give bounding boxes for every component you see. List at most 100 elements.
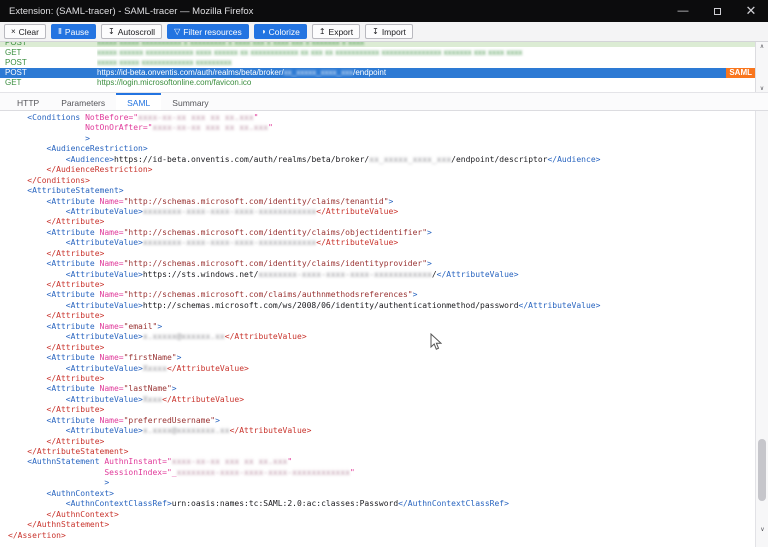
button-label: Autoscroll [118,27,155,37]
button-label: Filter resources [183,27,242,37]
export-button[interactable]: ↥Export [312,24,360,39]
xml-line: <Attribute Name="preferredUsername"> [8,416,754,426]
button-label: Import [382,27,406,37]
saml-xml-view: <Conditions NotBefore="xxxx-xx-xx xxx xx… [0,111,768,541]
minimize-icon: — [678,5,689,17]
request-method: POST [5,42,97,47]
xml-line: <Attribute Name="http://schemas.microsof… [8,259,754,269]
request-url: https://id-beta.onventis.com/auth/realms… [97,68,726,77]
pause-button[interactable]: ⅡPause [51,24,96,39]
request-row[interactable]: POSTxxxxx xxxxx xxxxxxxxxxxxx xxxxxxxxx [0,57,755,67]
xml-line: <AuthnStatement AuthnInstant="xxxx-xx-xx… [8,457,754,467]
button-label: Clear [19,27,39,37]
import-button[interactable]: ↧Import [365,24,413,39]
xml-line: <AttributeValue>xxxxxxxx-xxxx-xxxx-xxxx-… [8,238,754,248]
scroll-up-icon[interactable]: ∧ [760,43,764,50]
xml-line: <AuthnContextClassRef>urn:oasis:names:tc… [8,499,754,509]
autoscroll-button[interactable]: ↧Autoscroll [101,24,162,39]
xml-line: </Attribute> [8,374,754,384]
xml-line: <Attribute Name="firstName"> [8,353,754,363]
pause-icon: Ⅱ [58,28,62,36]
tab-bar: HTTPParametersSAMLSummary [0,93,768,111]
request-list: POSTxxxxx xxxxx xxxxxxxxxx x xxxxxxxxx x… [0,42,768,93]
scrollbar-thumb[interactable] [758,439,766,501]
xml-line: <AttributeStatement> [8,186,754,196]
tab-parameters[interactable]: Parameters [50,93,116,110]
colorize-icon: ◑ [261,28,266,36]
window-titlebar: Extension: (SAML-tracer) - SAML-tracer —… [0,0,768,22]
button-label: Pause [65,27,89,37]
xml-line: <AttributeValue>x.xxxxx@xxxxxx.xx</Attri… [8,332,754,342]
colorize-button[interactable]: ◑Colorize [254,24,307,39]
xml-line: <Conditions NotBefore="xxxx-xx-xx xxx xx… [8,113,754,123]
close-icon: ✕ [746,3,757,19]
request-url: xxxxx xxxxx xxxxxxxxxxxxx xxxxxxxxx [97,58,755,67]
xml-line: <AttributeValue>Xxxxx</AttributeValue> [8,364,754,374]
button-label: Export [329,27,354,37]
tab-saml[interactable]: SAML [116,93,161,110]
scroll-down-icon[interactable]: ∨ [760,85,764,92]
clear-button[interactable]: ×Clear [4,24,46,39]
xml-line: </Conditions> [8,176,754,186]
xml-line: </AuthnStatement> [8,520,754,530]
request-row[interactable]: POSThttps://id-beta.onventis.com/auth/re… [0,68,755,78]
xml-line: </Assertion> [8,531,754,541]
xml-line: <AttributeValue>https://sts.windows.net/… [8,270,754,280]
xml-line: <Audience>https://id-beta.onventis.com/a… [8,155,754,165]
request-method: GET [5,48,97,57]
xml-line: </Attribute> [8,217,754,227]
detail-pane: <Conditions NotBefore="xxxx-xx-xx xxx xx… [0,111,768,547]
xml-line: <AudienceRestriction> [8,144,754,154]
request-url: https://login.microsoftonline.com/favico… [97,78,755,87]
content-scrollbar[interactable]: ∨ [755,111,768,547]
xml-line: <Attribute Name="lastName"> [8,384,754,394]
filter-resources-icon: ▽ [174,28,180,36]
toolbar: ×ClearⅡPause↧Autoscroll▽Filter resources… [0,22,768,42]
tab-summary[interactable]: Summary [161,93,219,110]
import-icon: ↧ [372,28,379,36]
request-method: GET [5,78,97,87]
window-title: Extension: (SAML-tracer) - SAML-tracer —… [9,6,666,17]
xml-line: </Attribute> [8,343,754,353]
xml-line: </Attribute> [8,311,754,321]
maximize-button[interactable] [700,0,734,22]
clear-icon: × [11,28,16,36]
xml-line: > [8,478,754,488]
xml-line: SessionIndex="_xxxxxxxx-xxxx-xxxx-xxxx-x… [8,468,754,478]
request-row[interactable]: POSTxxxxx xxxxx xxxxxxxxxx x xxxxxxxxx x… [0,42,755,47]
request-url: xxxxx xxxxxx xxxxxxxxxxxx xxxx xxxxxx xx… [97,48,755,57]
xml-line: <AttributeValue>Xxxx</AttributeValue> [8,395,754,405]
xml-line: </Attribute> [8,280,754,290]
xml-line: <Attribute Name="http://schemas.microsof… [8,197,754,207]
xml-line: </Attribute> [8,405,754,415]
xml-line: <Attribute Name="http://schemas.microsof… [8,228,754,238]
request-method: POST [5,68,97,77]
minimize-button[interactable]: — [666,0,700,22]
export-icon: ↥ [319,28,326,36]
xml-line: </Attribute> [8,249,754,259]
xml-line: <AttributeValue>xxxxxxxx-xxxx-xxxx-xxxx-… [8,207,754,217]
tab-http[interactable]: HTTP [6,93,50,110]
button-label: Colorize [269,27,300,37]
request-row[interactable]: GEThttps://login.microsoftonline.com/fav… [0,78,755,88]
request-url: xxxxx xxxxx xxxxxxxxxx x xxxxxxxxx x xxx… [97,42,755,47]
xml-line: NotOnOrAfter="xxxx-xx-xx xxx xx xx.xxx" [8,123,754,133]
xml-line: </Attribute> [8,437,754,447]
maximize-icon [714,8,721,15]
request-row[interactable]: GETxxxxx xxxxxx xxxxxxxxxxxx xxxx xxxxxx… [0,47,755,57]
xml-line: </AudienceRestriction> [8,165,754,175]
scroll-down-icon[interactable]: ∨ [756,526,768,533]
xml-line: > [8,134,754,144]
xml-line: <Attribute Name="http://schemas.microsof… [8,290,754,300]
saml-badge: SAML [726,68,755,78]
filter-resources-button[interactable]: ▽Filter resources [167,24,249,39]
xml-line: <AttributeValue>x.xxxx@xxxxxxxx.xx</Attr… [8,426,754,436]
request-method: POST [5,58,97,67]
xml-line: <Attribute Name="email"> [8,322,754,332]
autoscroll-icon: ↧ [108,28,115,36]
window-controls: — ✕ [666,0,768,22]
xml-line: <AttributeValue>http://schemas.microsoft… [8,301,754,311]
close-button[interactable]: ✕ [734,0,768,22]
xml-line: <AuthnContext> [8,489,754,499]
list-scrollbar[interactable]: ∧ ∨ [755,42,768,93]
